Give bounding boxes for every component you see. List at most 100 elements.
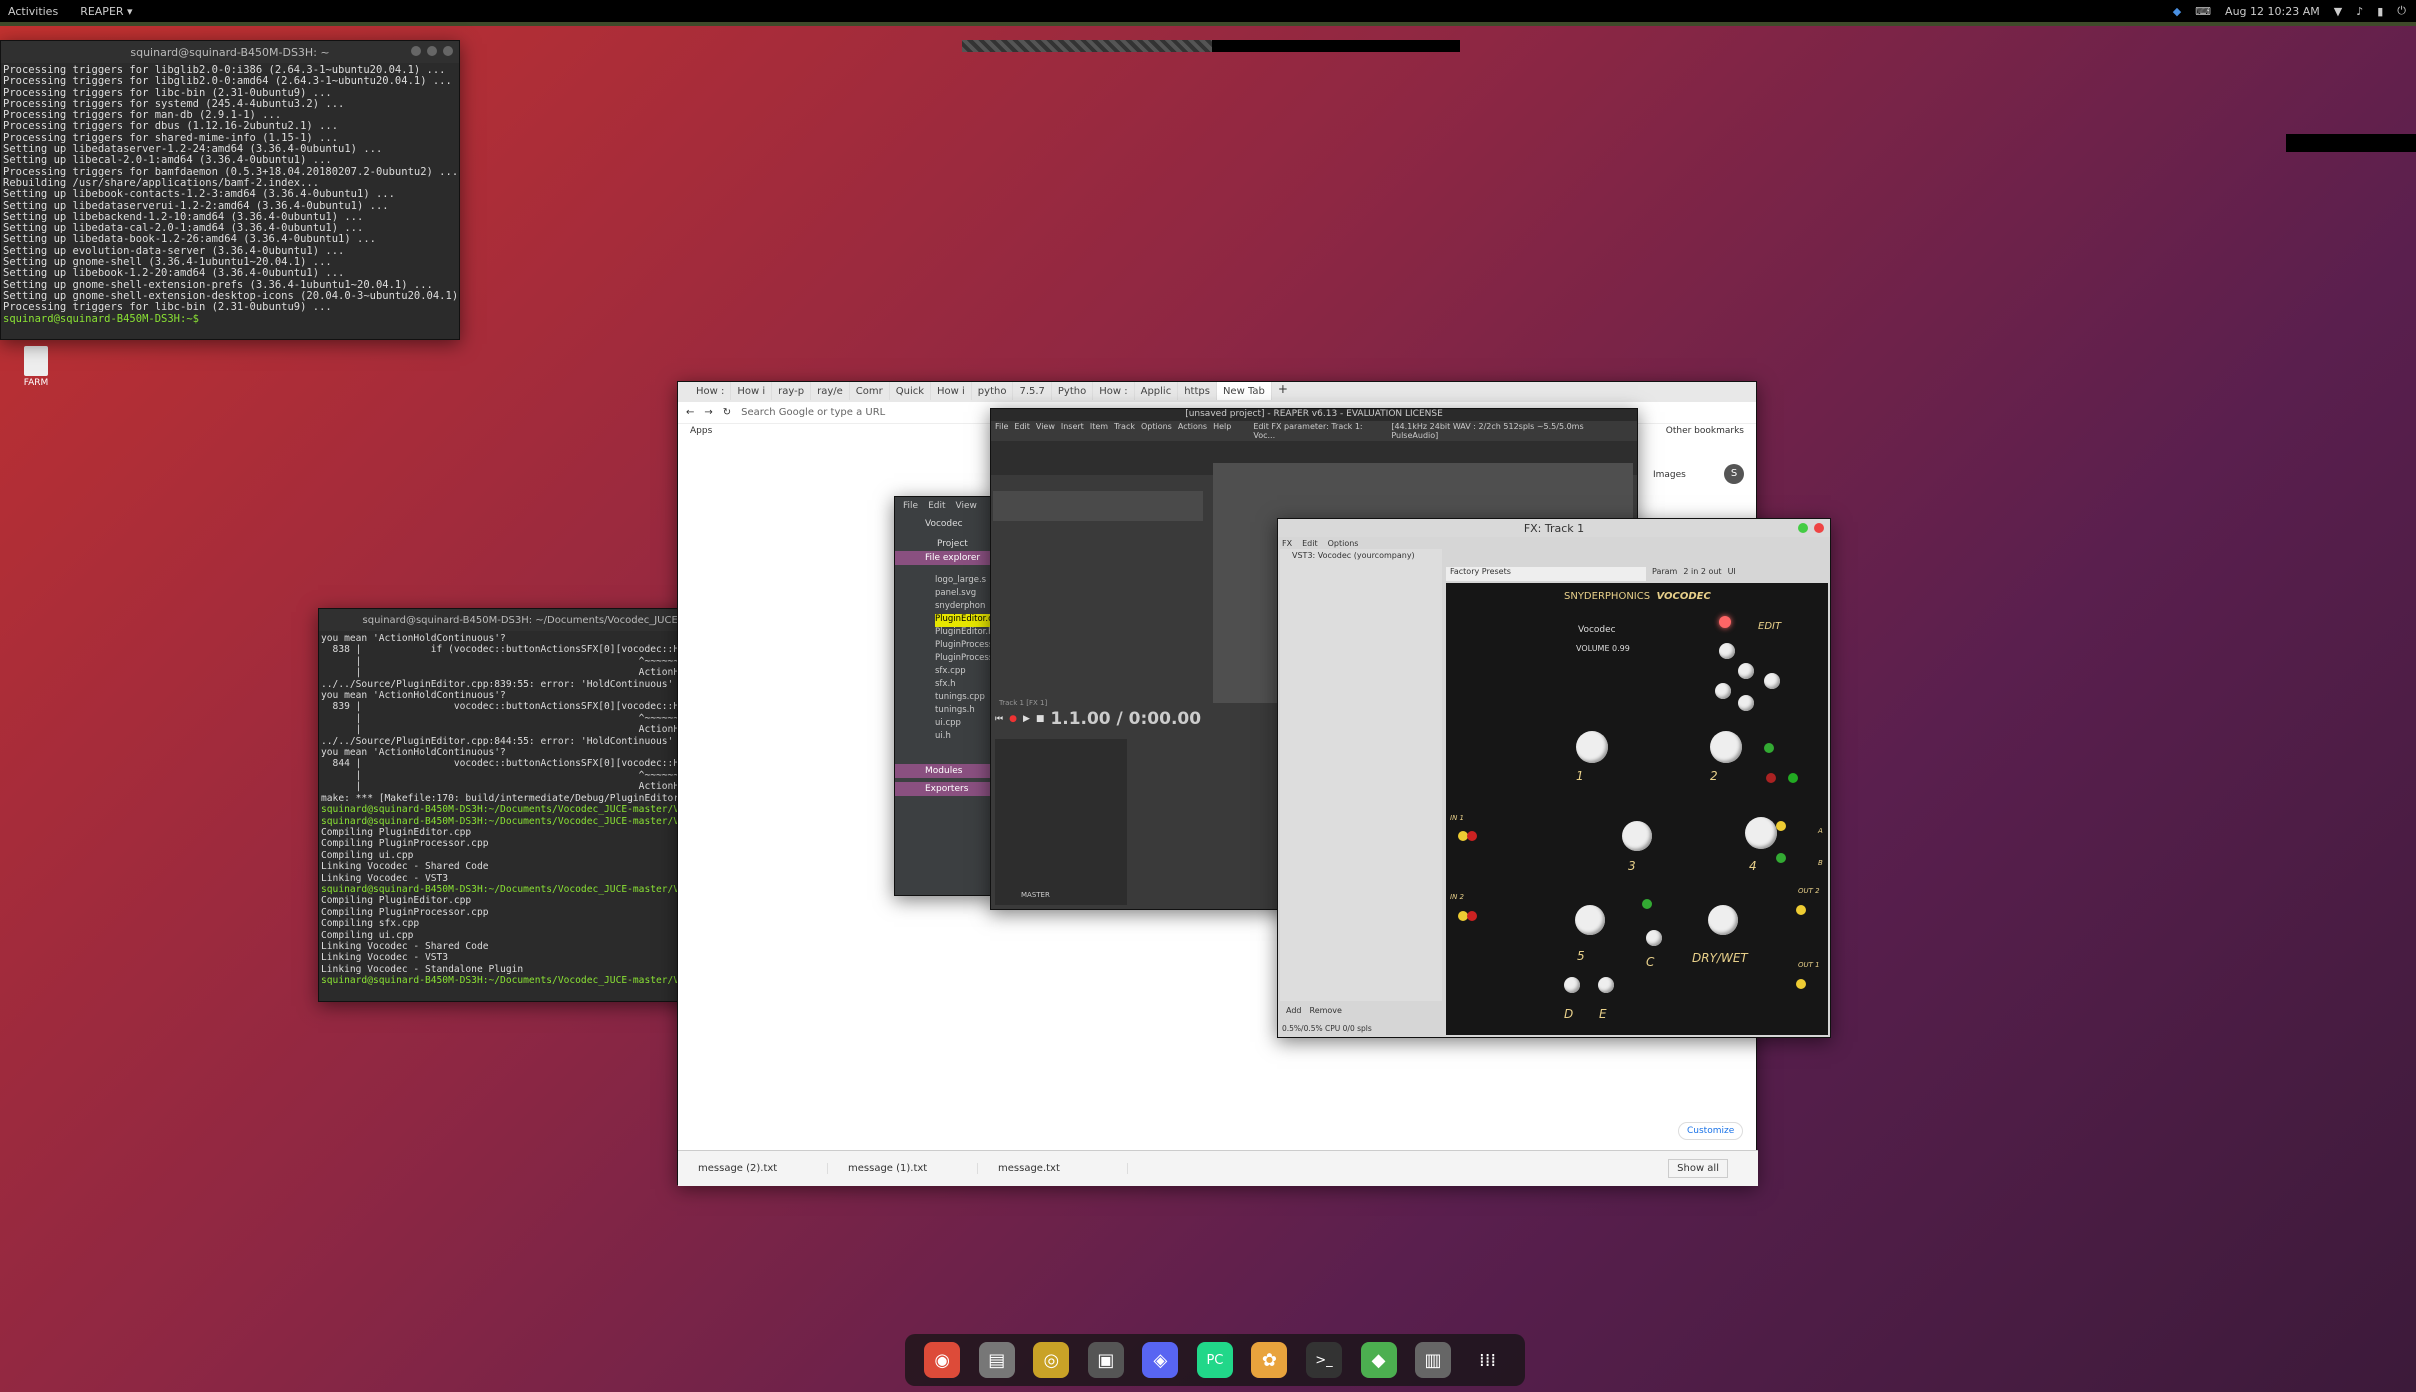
file-item[interactable]: tunings.h — [935, 705, 993, 718]
close-button[interactable] — [443, 46, 453, 56]
fx-chain-item[interactable]: VST3: Vocodec (yourcompany) — [1280, 549, 1442, 562]
browser-tab[interactable]: pytho — [972, 382, 1014, 400]
ui-button[interactable]: UI — [1728, 567, 1736, 581]
dropbox-icon[interactable]: ◆ — [2173, 5, 2181, 18]
menu-item[interactable]: Edit — [928, 501, 945, 511]
browser-tab[interactable]: New Tab — [1216, 382, 1272, 400]
browser-tab[interactable]: Quick — [890, 382, 932, 400]
fx-chain-list[interactable]: VST3: Vocodec (yourcompany) — [1280, 549, 1442, 1001]
modules-header[interactable]: Modules — [895, 764, 993, 778]
browser-tab[interactable]: How i — [931, 382, 972, 400]
download-item[interactable]: message (1).txt — [828, 1163, 978, 1174]
download-item[interactable]: message (2).txt — [678, 1163, 828, 1174]
edit-led[interactable] — [1719, 616, 1731, 628]
apps-bookmark[interactable]: Apps — [690, 426, 712, 440]
menu-item[interactable]: Track — [1114, 422, 1135, 431]
menu-item[interactable]: Edit — [1014, 422, 1030, 431]
browser-tab[interactable]: ray-p — [772, 382, 812, 400]
mixer[interactable] — [995, 739, 1127, 905]
file-item[interactable]: sfx.h — [935, 679, 993, 692]
browser-tab[interactable]: https — [1178, 382, 1217, 400]
param-button[interactable]: Param — [1652, 567, 1677, 581]
maximize-button[interactable] — [1798, 523, 1808, 533]
maximize-button[interactable] — [427, 46, 437, 56]
menu-item[interactable]: File — [903, 501, 918, 511]
file-item[interactable]: PluginEditor.c — [935, 614, 993, 627]
maps-icon[interactable]: ◆ — [1360, 1342, 1397, 1378]
reaper-titlebar[interactable]: [unsaved project] - REAPER v6.13 - EVALU… — [991, 409, 1637, 421]
customize-button[interactable]: Customize — [1678, 1122, 1744, 1140]
browser-tab[interactable]: ray/e — [811, 382, 850, 400]
new-tab-button[interactable]: + — [1272, 382, 1294, 402]
parameter-knob[interactable] — [1622, 821, 1652, 851]
app-menu[interactable]: REAPER ▾ — [80, 5, 132, 18]
small-button[interactable] — [1646, 930, 1662, 946]
trash-icon[interactable]: ▥ — [1415, 1342, 1452, 1378]
play-icon[interactable]: ▶ — [1023, 714, 1030, 724]
add-fx-button[interactable]: Add — [1286, 1006, 1302, 1015]
fx-titlebar[interactable]: FX: Track 1 — [1278, 519, 1830, 537]
menu-item[interactable]: Actions — [1178, 422, 1207, 431]
terminal-titlebar[interactable]: squinard@squinard-B450M-DS3H: ~ — [1, 41, 459, 63]
browser-tab[interactable]: How i — [731, 382, 773, 400]
close-button[interactable] — [1814, 523, 1824, 533]
parameter-knob[interactable] — [1576, 731, 1608, 763]
projucer-window[interactable]: File Edit View Vocodec Project File explor… — [894, 496, 994, 896]
terminal-window-top[interactable]: squinard@squinard-B450M-DS3H: ~ Processi… — [0, 40, 460, 340]
keyboard-icon[interactable]: ⌨ — [2195, 5, 2211, 18]
menu-item[interactable]: Edit — [1302, 539, 1318, 548]
menu-item[interactable]: File — [995, 422, 1008, 431]
apps-grid-icon[interactable]: ⁞⁞⁞ — [1470, 1342, 1506, 1378]
small-button[interactable] — [1738, 663, 1754, 679]
terminal-icon[interactable]: >_ — [1305, 1342, 1342, 1378]
store-icon[interactable]: ▣ — [1087, 1342, 1124, 1378]
photos-icon[interactable]: ✿ — [1251, 1342, 1288, 1378]
discord-icon[interactable]: ◈ — [1142, 1342, 1179, 1378]
file-item[interactable]: panel.svg — [935, 588, 993, 601]
file-item[interactable]: ui.cpp — [935, 718, 993, 731]
menu-item[interactable]: Options — [1141, 422, 1172, 431]
track-panel[interactable] — [993, 491, 1203, 521]
file-item[interactable]: PluginEditor.h — [935, 627, 993, 640]
menu-item[interactable]: Help — [1213, 422, 1231, 431]
menu-item[interactable]: Options — [1328, 539, 1359, 548]
pycharm-icon[interactable]: PC — [1196, 1342, 1233, 1378]
parameter-knob[interactable] — [1745, 817, 1777, 849]
small-button[interactable] — [1738, 695, 1754, 711]
stop-icon[interactable]: ■ — [1036, 714, 1045, 724]
menu-item[interactable]: FX — [1282, 539, 1292, 548]
menu-item[interactable]: View — [956, 501, 977, 511]
browser-tab[interactable]: How : — [690, 382, 732, 400]
mode-selector[interactable]: Vocodec — [1578, 625, 1616, 635]
file-item[interactable]: PluginProcess — [935, 653, 993, 666]
file-item[interactable]: snyderphon — [935, 601, 993, 614]
small-button[interactable] — [1715, 683, 1731, 699]
browser-tab[interactable]: Pytho — [1052, 382, 1094, 400]
browser-tab[interactable]: Applic — [1135, 382, 1179, 400]
file-item[interactable]: logo_large.s — [935, 575, 993, 588]
small-button[interactable] — [1764, 673, 1780, 689]
show-all-button[interactable]: Show all — [1668, 1159, 1728, 1178]
fx-window[interactable]: FX: Track 1 FX Edit Options VST3: Vocodec … — [1277, 518, 1831, 1038]
terminal-output[interactable]: Processing triggers for libglib2.0-0:i38… — [1, 63, 459, 327]
rewind-icon[interactable]: ⏮ — [995, 714, 1003, 724]
browser-tab[interactable]: 7.5.7 — [1013, 382, 1052, 400]
transport[interactable]: ⏮ ● ▶ ■ 1.1.00 / 0:00.00 — [995, 709, 1295, 729]
other-bookmarks[interactable]: Other bookmarks — [1666, 426, 1744, 440]
images-link[interactable]: Images — [1653, 470, 1686, 480]
preset-dropdown[interactable]: Factory Presets — [1446, 567, 1646, 581]
power-icon[interactable]: ⏻ — [2397, 4, 2406, 18]
files-icon[interactable]: ▤ — [978, 1342, 1015, 1378]
reload-icon[interactable]: ↻ — [723, 407, 731, 418]
small-button[interactable] — [1598, 977, 1614, 993]
profile-avatar[interactable]: S — [1724, 464, 1744, 484]
browser-tab[interactable]: How : — [1093, 382, 1135, 400]
io-button[interactable]: 2 in 2 out — [1683, 567, 1721, 581]
desktop-file-icon[interactable]: FARM — [20, 346, 52, 388]
back-icon[interactable]: ← — [686, 407, 694, 418]
parameter-knob[interactable] — [1710, 731, 1742, 763]
small-button[interactable] — [1564, 977, 1580, 993]
exporters-header[interactable]: Exporters — [895, 782, 993, 796]
system-tray[interactable]: ◆ ⌨ Aug 12 10:23 AM ▼ ♪ ▮ ⏻ — [2173, 0, 2406, 22]
forward-icon[interactable]: → — [704, 407, 712, 418]
